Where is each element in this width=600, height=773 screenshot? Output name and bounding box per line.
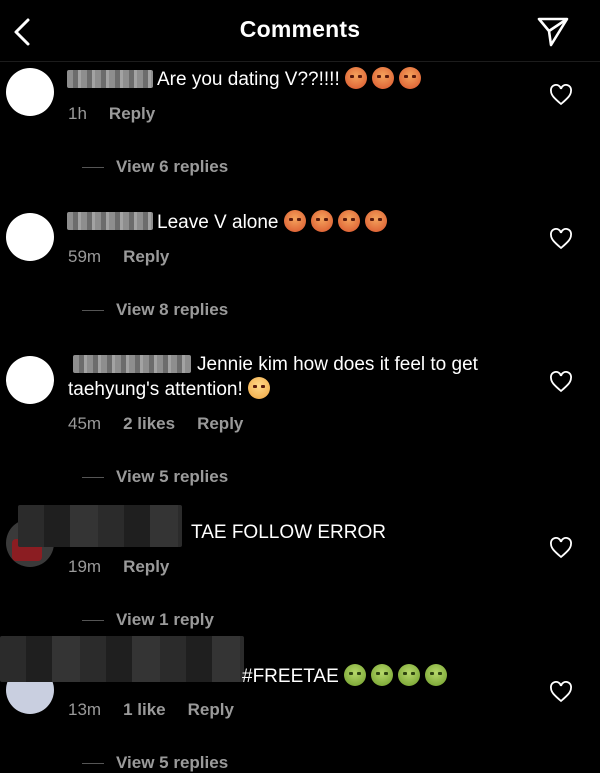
view-replies-button[interactable]: View 1 reply [82,610,214,630]
avatar[interactable] [6,213,54,261]
heart-icon[interactable] [549,84,573,106]
username[interactable] [18,505,182,547]
comment: #FREETAE 13m 1 like Reply View 5 replies [0,636,600,773]
reply-button[interactable]: Reply [188,700,234,719]
reply-button[interactable]: Reply [123,247,169,266]
view-replies-button[interactable]: View 6 replies [82,157,228,177]
comment-text: #FREETAE [242,666,339,687]
comment-text: Are you dating V??!!!! [157,69,340,90]
angry-emoji-icon [344,67,367,89]
comment-text: TAE FOLLOW ERROR [191,522,386,543]
avatar[interactable] [6,356,54,404]
username[interactable] [73,355,191,373]
comment-time: 13m [68,700,102,719]
view-replies-button[interactable]: View 8 replies [82,300,228,320]
comment-time: 19m [68,557,102,576]
likes-count[interactable]: 1 like [123,700,166,719]
username[interactable] [67,212,153,230]
angry-emoji-icon [371,67,394,89]
username[interactable] [0,636,244,682]
reply-button[interactable]: Reply [109,104,155,123]
nauseated-face-emoji-icon [424,664,447,686]
reply-button[interactable]: Reply [123,557,169,576]
username[interactable] [67,70,153,88]
page-title: Comments [239,16,361,42]
view-replies-button[interactable]: View 5 replies [82,753,228,773]
comment-text-line1: Jennie kim how does it feel to get [197,354,478,375]
heart-icon[interactable] [549,228,573,250]
comment: Leave V alone 59m Reply View 8 replies [0,205,600,335]
heart-icon[interactable] [549,371,573,393]
paper-plane-icon[interactable] [536,14,570,48]
angry-emoji-icon [364,210,387,232]
comment-time: 45m [68,414,102,433]
comment-text: Leave V alone [157,212,279,233]
nauseated-face-emoji-icon [397,664,420,686]
nauseated-face-emoji-icon [343,664,366,686]
angry-emoji-icon [283,210,306,232]
comment-time: 59m [68,247,102,266]
angry-emoji-icon [310,210,333,232]
comment-time: 1h [68,104,87,123]
comment-text-line2: taehyung's attention! [68,379,243,400]
upside-down-face-emoji-icon [247,377,270,399]
comment: TAE FOLLOW ERROR 19m Reply View 1 reply [0,505,600,635]
header: Comments [0,0,600,62]
likes-count[interactable]: 2 likes [123,414,175,433]
angry-emoji-icon [337,210,360,232]
comment: Jennie kim how does it feel to get taehy… [0,348,600,498]
avatar[interactable] [6,68,54,116]
view-replies-button[interactable]: View 5 replies [82,467,228,487]
heart-icon[interactable] [549,537,573,559]
heart-icon[interactable] [549,681,573,703]
angry-emoji-icon [398,67,421,89]
reply-button[interactable]: Reply [197,414,243,433]
nauseated-face-emoji-icon [370,664,393,686]
comment: Are you dating V??!!!! 1h Reply View 6 re… [0,62,600,192]
